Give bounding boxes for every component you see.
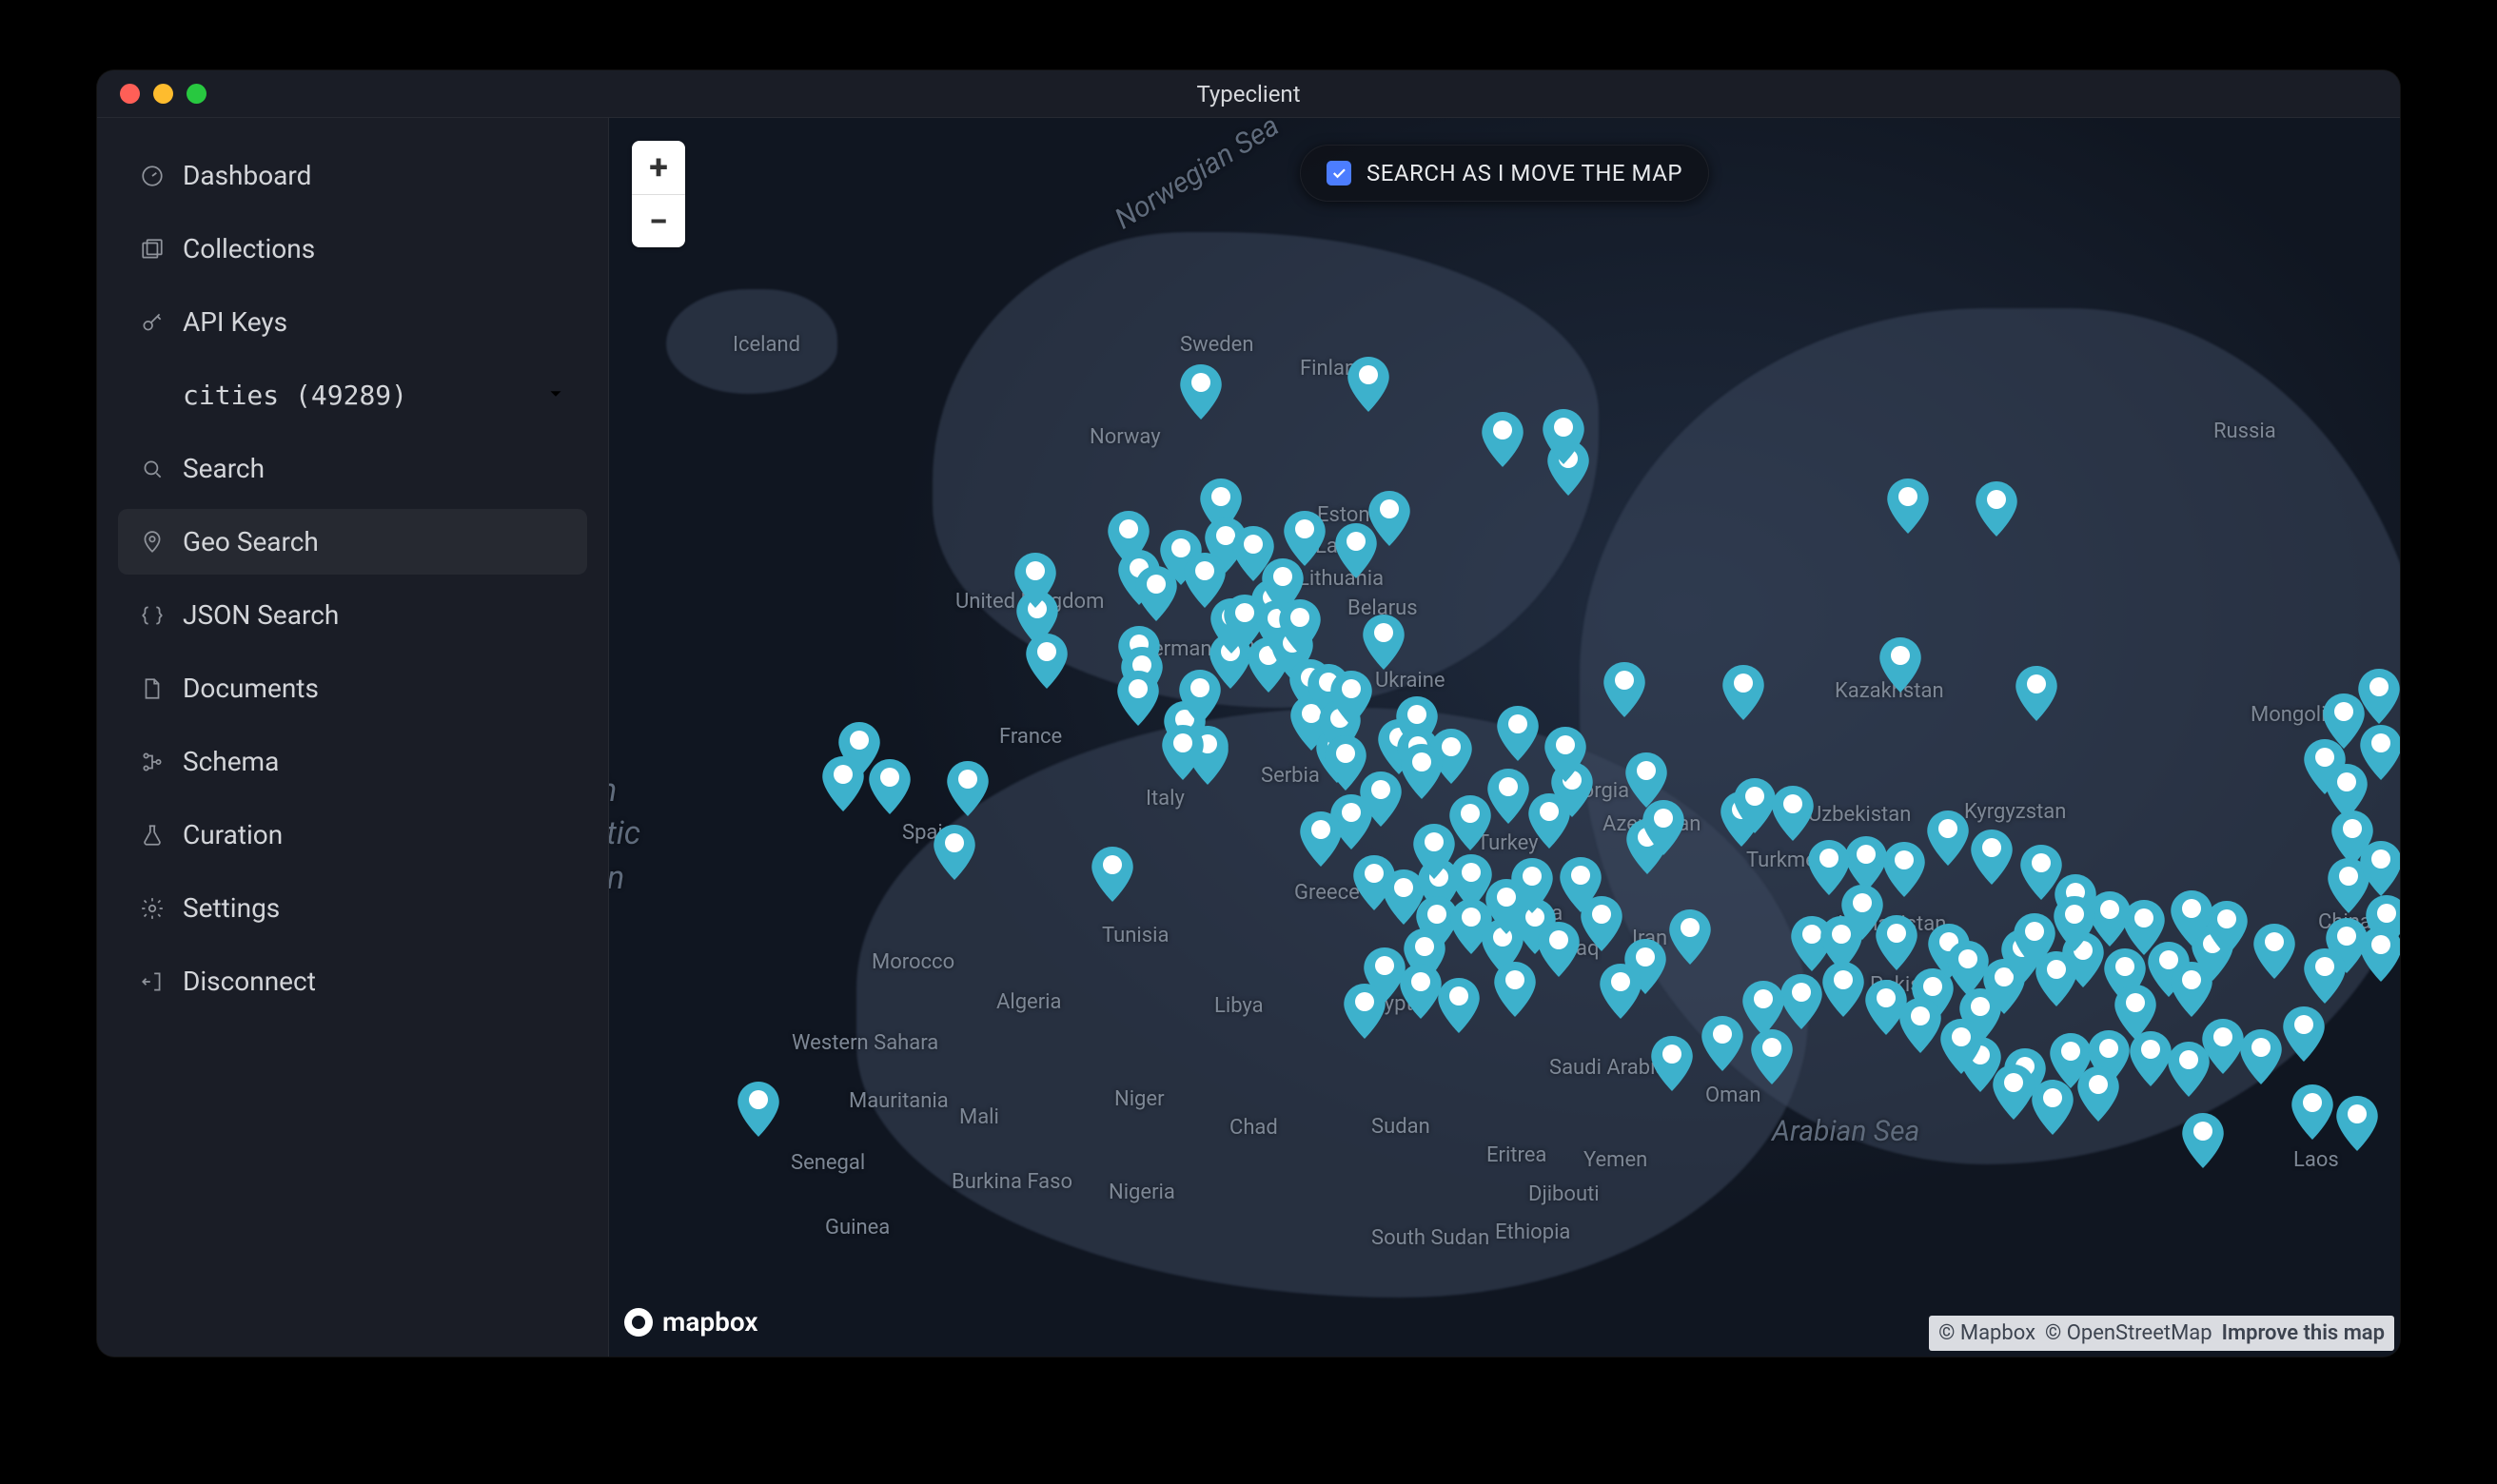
map-area[interactable]: IcelandNorwegian SeaNorwaySwedenFinlandE… — [609, 118, 2400, 1357]
map-land — [666, 289, 837, 394]
sidebar-item-label: API Keys — [183, 306, 287, 338]
zoom-in-button[interactable]: + — [632, 141, 685, 194]
sidebar-item-documents[interactable]: Documents — [118, 655, 587, 721]
file-icon — [139, 675, 166, 702]
attrib-mapbox[interactable]: © Mapbox — [1938, 1321, 2035, 1345]
sidebar-item-search[interactable]: Search — [118, 436, 587, 501]
close-window-button[interactable] — [120, 84, 140, 104]
braces-icon — [139, 602, 166, 629]
titlebar: Typeclient — [97, 70, 2400, 118]
search-as-move-toggle[interactable]: SEARCH AS I MOVE THE MAP — [1300, 145, 1709, 202]
sidebar-item-label: Search — [183, 453, 265, 484]
checkbox-checked-icon[interactable] — [1327, 161, 1351, 186]
gear-icon — [139, 895, 166, 922]
search-as-move-label: SEARCH AS I MOVE THE MAP — [1366, 160, 1682, 186]
sidebar-item-label: JSON Search — [183, 599, 339, 631]
fullscreen-window-button[interactable] — [187, 84, 206, 104]
sidebar-item-label: Curation — [183, 819, 283, 850]
sidebar-item-curation[interactable]: Curation — [118, 802, 587, 868]
sidebar-item-label: Geo Search — [183, 526, 319, 557]
window-title: Typeclient — [97, 81, 2400, 107]
mapbox-logo-text: mapbox — [662, 1306, 758, 1338]
map-land — [1580, 308, 2400, 1164]
gauge-icon — [139, 163, 166, 189]
zoom-out-button[interactable]: − — [632, 194, 685, 247]
sidebar-item-geo-search[interactable]: Geo Search — [118, 509, 587, 575]
mapbox-logo: mapbox — [624, 1306, 758, 1338]
sidebar-collection-row[interactable]: cities (49289) — [118, 362, 587, 428]
sidebar-item-label: Settings — [183, 892, 280, 924]
sidebar-item-label: Collections — [183, 233, 315, 264]
zoom-control: + − — [632, 141, 685, 247]
sidebar-item-json-search[interactable]: JSON Search — [118, 582, 587, 648]
sidebar-item-dashboard[interactable]: Dashboard — [118, 143, 587, 208]
mapbox-logo-icon — [624, 1308, 653, 1337]
sidebar-item-settings[interactable]: Settings — [118, 875, 587, 941]
flask-icon — [139, 822, 166, 849]
collections-icon — [139, 236, 166, 263]
sidebar-item-disconnect[interactable]: Disconnect — [118, 948, 587, 1014]
map-attribution: © Mapbox © OpenStreetMap Improve this ma… — [1929, 1316, 2394, 1351]
collection-count: (49289) — [295, 380, 407, 411]
pin-icon — [139, 529, 166, 556]
app-window: Typeclient Dashboard Collections API Ke — [97, 70, 2400, 1357]
sidebar: Dashboard Collections API Keys cities — [97, 118, 609, 1357]
traffic-lights — [120, 84, 206, 104]
minimize-window-button[interactable] — [153, 84, 173, 104]
sidebar-item-collections[interactable]: Collections — [118, 216, 587, 282]
sidebar-item-api-keys[interactable]: API Keys — [118, 289, 587, 355]
attrib-improve-link[interactable]: Improve this map — [2222, 1321, 2385, 1345]
sidebar-item-label: Documents — [183, 673, 319, 704]
collection-name: cities — [183, 380, 279, 411]
sidebar-item-schema[interactable]: Schema — [118, 729, 587, 794]
chevron-down-icon — [545, 380, 566, 411]
attrib-osm[interactable]: © OpenStreetMap — [2045, 1321, 2212, 1345]
app-body: Dashboard Collections API Keys cities — [97, 118, 2400, 1357]
logout-icon — [139, 968, 166, 995]
sidebar-item-label: Schema — [183, 746, 279, 777]
schema-icon — [139, 749, 166, 775]
sidebar-item-label: Dashboard — [183, 160, 311, 191]
sidebar-item-label: Disconnect — [183, 966, 316, 997]
blank-icon — [139, 382, 166, 409]
key-icon — [139, 309, 166, 336]
search-icon — [139, 456, 166, 482]
